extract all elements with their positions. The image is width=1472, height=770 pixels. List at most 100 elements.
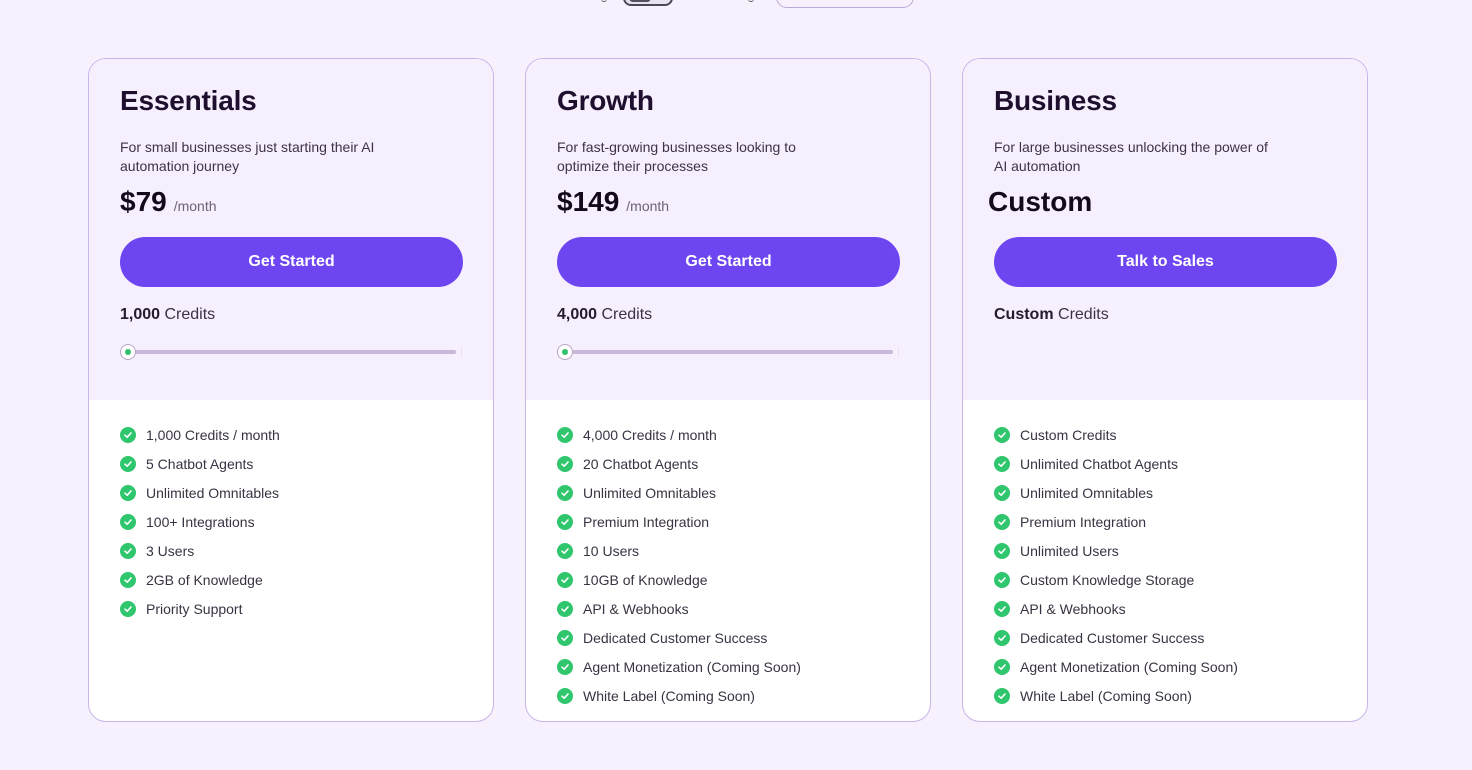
feature-item: Priority Support xyxy=(120,594,493,623)
check-circle-icon xyxy=(120,513,136,530)
credits-amount: 4,000 Credits xyxy=(557,306,899,324)
feature-item: 100+ Integrations xyxy=(120,507,493,536)
discount-badge xyxy=(776,0,914,8)
feature-text: 1,000 Credits / month xyxy=(146,426,280,443)
plan-name: Growth xyxy=(557,85,654,116)
billing-period-toggle[interactable] xyxy=(623,0,673,6)
plan-description: For large businesses unlocking the power… xyxy=(994,139,1268,174)
get-started-button[interactable]: Get Started xyxy=(557,237,900,287)
credits-value: Custom xyxy=(994,306,1054,323)
feature-item: Unlimited Omnitables xyxy=(994,478,1367,507)
plan-card-header: Growth For fast-growing businesses looki… xyxy=(526,59,930,400)
feature-text: Priority Support xyxy=(146,600,243,617)
feature-item: Custom Credits xyxy=(994,420,1367,449)
get-started-button[interactable]: Get Started xyxy=(120,237,463,287)
check-circle-icon xyxy=(994,513,1010,530)
feature-text: 4,000 Credits / month xyxy=(583,426,717,443)
feature-item: Dedicated Customer Success xyxy=(557,623,930,652)
plan-description: For small businesses just starting their… xyxy=(120,139,375,174)
slider-track[interactable] xyxy=(126,350,456,354)
feature-text: Unlimited Omnitables xyxy=(1020,484,1154,501)
feature-item: API & Webhooks xyxy=(557,594,930,623)
feature-text: Premium Integration xyxy=(1020,513,1147,530)
feature-list: Custom Credits Unlimited Chatbot Agents … xyxy=(963,400,1367,710)
feature-item: Unlimited Omnitables xyxy=(120,478,493,507)
feature-item: Agent Monetization (Coming Soon) xyxy=(557,652,930,681)
price-row: $79 /month xyxy=(120,186,462,220)
feature-text: Custom Credits xyxy=(1020,426,1117,443)
feature-item: Unlimited Omnitables xyxy=(557,478,930,507)
price-period: /month xyxy=(173,198,217,214)
plan-card-growth: Growth For fast-growing businesses looki… xyxy=(525,58,931,722)
plan-price: $79 xyxy=(120,186,167,217)
feature-list: 4,000 Credits / month 20 Chatbot Agents … xyxy=(526,400,930,710)
feature-item: 4,000 Credits / month xyxy=(557,420,930,449)
slider-thumb[interactable] xyxy=(557,344,573,360)
check-circle-icon xyxy=(557,513,573,530)
plan-card-essentials: Essentials For small businesses just sta… xyxy=(88,58,494,722)
feature-item: Agent Monetization (Coming Soon) xyxy=(994,652,1367,681)
feature-list: 1,000 Credits / month 5 Chatbot Agents U… xyxy=(89,400,493,623)
feature-item: Premium Integration xyxy=(994,507,1367,536)
price-period: /month xyxy=(626,198,670,214)
feature-item: Unlimited Chatbot Agents xyxy=(994,449,1367,478)
plan-price: $149 xyxy=(557,186,620,217)
feature-item: Custom Knowledge Storage xyxy=(994,565,1367,594)
plan-price: Custom xyxy=(988,186,1093,217)
toggle-label-right-fragment xyxy=(748,0,754,2)
feature-text: Unlimited Users xyxy=(1020,542,1119,559)
feature-item: White Label (Coming Soon) xyxy=(994,681,1367,710)
billing-toggle-area xyxy=(0,0,1472,10)
feature-text: White Label (Coming Soon) xyxy=(583,687,755,704)
feature-item: 20 Chatbot Agents xyxy=(557,449,930,478)
credits-label: Credits xyxy=(601,306,653,323)
check-circle-icon xyxy=(994,629,1010,646)
feature-text: Custom Knowledge Storage xyxy=(1020,571,1195,588)
feature-item: 10 Users xyxy=(557,536,930,565)
credits-amount: Custom Credits xyxy=(994,306,1336,324)
credits-label: Credits xyxy=(1058,306,1109,323)
check-circle-icon xyxy=(994,658,1010,675)
feature-text: Premium Integration xyxy=(583,513,710,530)
check-circle-icon xyxy=(557,455,573,472)
plan-name: Business xyxy=(994,85,1117,116)
feature-text: 2GB of Knowledge xyxy=(146,571,263,588)
check-circle-icon xyxy=(994,542,1010,559)
plan-description: For fast-growing businesses looking to o… xyxy=(557,139,796,174)
credits-value: 4,000 xyxy=(557,306,598,323)
feature-item: 3 Users xyxy=(120,536,493,565)
price-row: $149 /month xyxy=(557,186,899,220)
credits-amount: 1,000 Credits xyxy=(120,306,462,324)
feature-text: API & Webhooks xyxy=(583,600,689,617)
feature-text: Agent Monetization (Coming Soon) xyxy=(1020,658,1238,675)
slider-end xyxy=(461,346,462,358)
check-circle-icon xyxy=(994,426,1010,443)
feature-text: Agent Monetization (Coming Soon) xyxy=(583,658,801,675)
feature-item: Dedicated Customer Success xyxy=(994,623,1367,652)
plan-name: Essentials xyxy=(120,85,257,116)
feature-text: 100+ Integrations xyxy=(146,513,255,530)
check-circle-icon xyxy=(557,426,573,443)
check-circle-icon xyxy=(994,455,1010,472)
plan-card-header: Business For large businesses unlocking … xyxy=(963,59,1367,400)
slider-thumb[interactable] xyxy=(120,344,136,360)
talk-to-sales-button[interactable]: Talk to Sales xyxy=(994,237,1337,287)
check-circle-icon xyxy=(994,600,1010,617)
credits-slider[interactable] xyxy=(557,344,899,360)
slider-track[interactable] xyxy=(563,350,893,354)
feature-text: Dedicated Customer Success xyxy=(1020,629,1205,646)
check-circle-icon xyxy=(994,484,1010,501)
check-circle-icon xyxy=(557,571,573,588)
feature-text: 3 Users xyxy=(146,542,195,559)
check-circle-icon xyxy=(994,571,1010,588)
check-circle-icon xyxy=(120,542,136,559)
credits-value: 1,000 xyxy=(120,306,161,323)
feature-text: Dedicated Customer Success xyxy=(583,629,768,646)
credits-slider[interactable] xyxy=(120,344,462,360)
feature-item: API & Webhooks xyxy=(994,594,1367,623)
check-circle-icon xyxy=(994,687,1010,704)
feature-text: 20 Chatbot Agents xyxy=(583,455,699,472)
feature-text: Unlimited Omnitables xyxy=(146,484,280,501)
credits-label: Credits xyxy=(164,306,216,323)
check-circle-icon xyxy=(557,658,573,675)
